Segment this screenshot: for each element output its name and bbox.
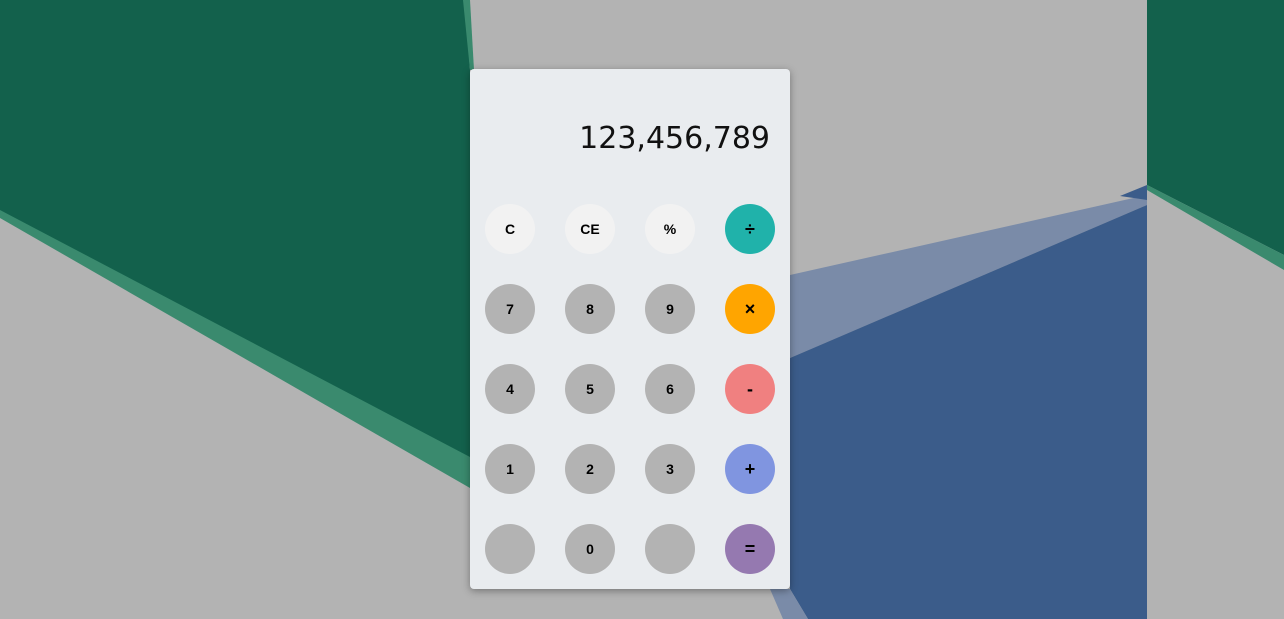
green-shape-left [0, 0, 470, 457]
digit-0-button[interactable]: 0 [565, 524, 615, 574]
digit-2-button[interactable]: 2 [565, 444, 615, 494]
blue-shape-top [1120, 185, 1147, 200]
blank-left-button[interactable] [485, 524, 535, 574]
digit-3-button[interactable]: 3 [645, 444, 695, 494]
percent-button[interactable]: % [645, 204, 695, 254]
blank-right-button[interactable] [645, 524, 695, 574]
clear-button[interactable]: C [485, 204, 535, 254]
digit-5-button[interactable]: 5 [565, 364, 615, 414]
digit-4-button[interactable]: 4 [485, 364, 535, 414]
digit-6-button[interactable]: 6 [645, 364, 695, 414]
calculator-panel: 123,456,789 C CE % ÷ 7 8 9 × 4 5 6 - 1 2… [470, 69, 790, 589]
multiply-button[interactable]: × [725, 284, 775, 334]
digit-7-button[interactable]: 7 [485, 284, 535, 334]
subtract-button[interactable]: - [725, 364, 775, 414]
digit-9-button[interactable]: 9 [645, 284, 695, 334]
green-shape-right [1147, 0, 1284, 255]
calculator-display: 123,456,789 [579, 121, 770, 156]
add-button[interactable]: + [725, 444, 775, 494]
equals-button[interactable]: = [725, 524, 775, 574]
digit-8-button[interactable]: 8 [565, 284, 615, 334]
digit-1-button[interactable]: 1 [485, 444, 535, 494]
clear-entry-button[interactable]: CE [565, 204, 615, 254]
divide-button[interactable]: ÷ [725, 204, 775, 254]
